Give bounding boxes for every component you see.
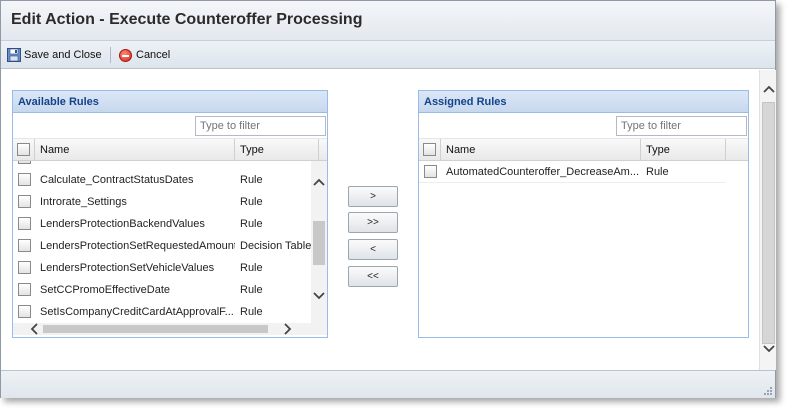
cancel-button[interactable]: Cancel	[119, 47, 170, 63]
assigned-rules-title: Assigned Rules	[419, 91, 748, 113]
table-row[interactable]: AutomatedCounteroffer_DecreaseAm... Rule	[419, 161, 726, 183]
assigned-filter-row	[419, 113, 748, 139]
available-horizontal-scrollbar[interactable]	[13, 323, 327, 335]
table-row[interactable]: AutomateAll... Rule	[13, 161, 311, 169]
assigned-grid-header: Name Type	[419, 139, 748, 161]
table-row[interactable]: Introrate_Settings Rule	[13, 191, 311, 213]
available-filter-input[interactable]	[195, 116, 326, 136]
row-checkbox[interactable]	[18, 161, 31, 164]
table-row[interactable]: SetCCPromoEffectiveDate Rule	[13, 279, 311, 301]
row-checkbox[interactable]	[18, 195, 31, 208]
available-scroll-thumb[interactable]	[313, 221, 325, 265]
save-and-close-label: Save and Close	[24, 49, 102, 61]
assigned-grid-body: AutomatedCounteroffer_DecreaseAm... Rule	[419, 161, 748, 335]
resize-grip-icon[interactable]	[762, 385, 772, 395]
row-type: Rule	[646, 166, 669, 178]
add-selected-button[interactable]: >	[348, 186, 398, 207]
available-select-all-cell	[13, 139, 35, 161]
dialog-toolbar: Save and Close Cancel	[1, 41, 775, 69]
row-type: Rule	[235, 161, 311, 169]
save-and-close-button[interactable]: Save and Close	[7, 47, 102, 63]
table-row[interactable]: LendersProtectionBackendValues Rule	[13, 213, 311, 235]
row-name: AutomateAll...	[35, 161, 235, 169]
available-rules-panel: Available Rules Name Type AutomateAll...…	[12, 90, 328, 338]
available-select-all-checkbox[interactable]	[17, 143, 30, 156]
row-name: LendersProtectionBackendValues	[40, 218, 205, 230]
scroll-left-icon[interactable]	[27, 323, 40, 335]
available-vertical-scrollbar[interactable]	[311, 161, 327, 323]
row-checkbox[interactable]	[18, 173, 31, 186]
available-filter-row	[13, 113, 327, 139]
table-row[interactable]: LendersProtectionSetRequestedAmount Deci…	[13, 235, 311, 257]
dialog-vertical-scrollbar[interactable]	[759, 70, 776, 370]
scroll-right-icon[interactable]	[281, 323, 294, 335]
remove-selected-button[interactable]: <	[348, 239, 398, 260]
row-type: Rule	[240, 218, 263, 230]
row-name: Introrate_Settings	[40, 196, 127, 208]
row-checkbox[interactable]	[18, 239, 31, 252]
available-col-name[interactable]: Name	[35, 139, 235, 161]
assigned-rules-panel: Assigned Rules Name Type AutomatedCounte…	[418, 90, 749, 338]
row-type: Rule	[240, 174, 263, 186]
row-name: SetIsCompanyCreditCardAtApprovalF...	[40, 306, 234, 318]
dialog-title: Edit Action - Execute Counteroffer Proce…	[11, 11, 363, 28]
row-type: Rule	[240, 196, 263, 208]
dialog-scroll-down-icon[interactable]	[762, 344, 775, 356]
dialog-titlebar: Edit Action - Execute Counteroffer Proce…	[1, 1, 775, 41]
row-checkbox[interactable]	[18, 261, 31, 274]
available-rules-title: Available Rules	[13, 91, 327, 113]
row-type: Rule	[240, 306, 263, 318]
scroll-up-icon[interactable]	[312, 177, 325, 189]
row-name: AutomatedCounteroffer_DecreaseAm...	[446, 166, 640, 178]
row-type: Rule	[240, 284, 263, 296]
assigned-select-all-cell	[419, 139, 441, 161]
row-type: Rule	[240, 262, 263, 274]
table-row[interactable]: LendersProtectionSetVehicleValues Rule	[13, 257, 311, 279]
row-checkbox[interactable]	[424, 165, 437, 178]
dialog-scroll-thumb[interactable]	[762, 102, 775, 344]
assigned-col-name[interactable]: Name	[441, 139, 641, 161]
row-name: LendersProtectionSetVehicleValues	[40, 262, 215, 274]
table-row[interactable]: Calculate_ContractStatusDates Rule	[13, 169, 311, 191]
row-name: SetCCPromoEffectiveDate	[40, 284, 171, 296]
toolbar-separator	[110, 47, 111, 63]
available-grid-header: Name Type	[13, 139, 327, 161]
dialog-scroll-up-icon[interactable]	[762, 84, 775, 96]
cancel-label: Cancel	[136, 49, 171, 61]
available-col-type[interactable]: Type	[235, 139, 319, 161]
add-all-button[interactable]: >>	[348, 212, 398, 233]
row-checkbox[interactable]	[18, 305, 31, 318]
remove-all-button[interactable]: <<	[348, 266, 398, 287]
row-name: LendersProtectionSetRequestedAmount	[40, 240, 235, 252]
available-grid-body: AutomateAll... Rule Calculate_ContractSt…	[13, 161, 327, 335]
available-hscroll-thumb[interactable]	[43, 325, 268, 333]
assigned-filter-input[interactable]	[616, 116, 747, 136]
row-checkbox[interactable]	[18, 217, 31, 230]
save-disk-icon	[7, 48, 21, 62]
row-checkbox[interactable]	[18, 283, 31, 296]
assigned-select-all-checkbox[interactable]	[423, 143, 436, 156]
row-name: Calculate_ContractStatusDates	[40, 174, 194, 186]
dialog-footer	[1, 370, 775, 398]
table-row[interactable]: SetIsCompanyCreditCardAtApprovalF... Rul…	[13, 301, 311, 323]
cancel-circle-icon	[119, 48, 132, 62]
edit-action-dialog: Edit Action - Execute Counteroffer Proce…	[0, 0, 776, 398]
scroll-down-icon[interactable]	[312, 291, 325, 303]
assigned-col-type[interactable]: Type	[641, 139, 726, 161]
row-type: Decision Table	[240, 240, 311, 252]
